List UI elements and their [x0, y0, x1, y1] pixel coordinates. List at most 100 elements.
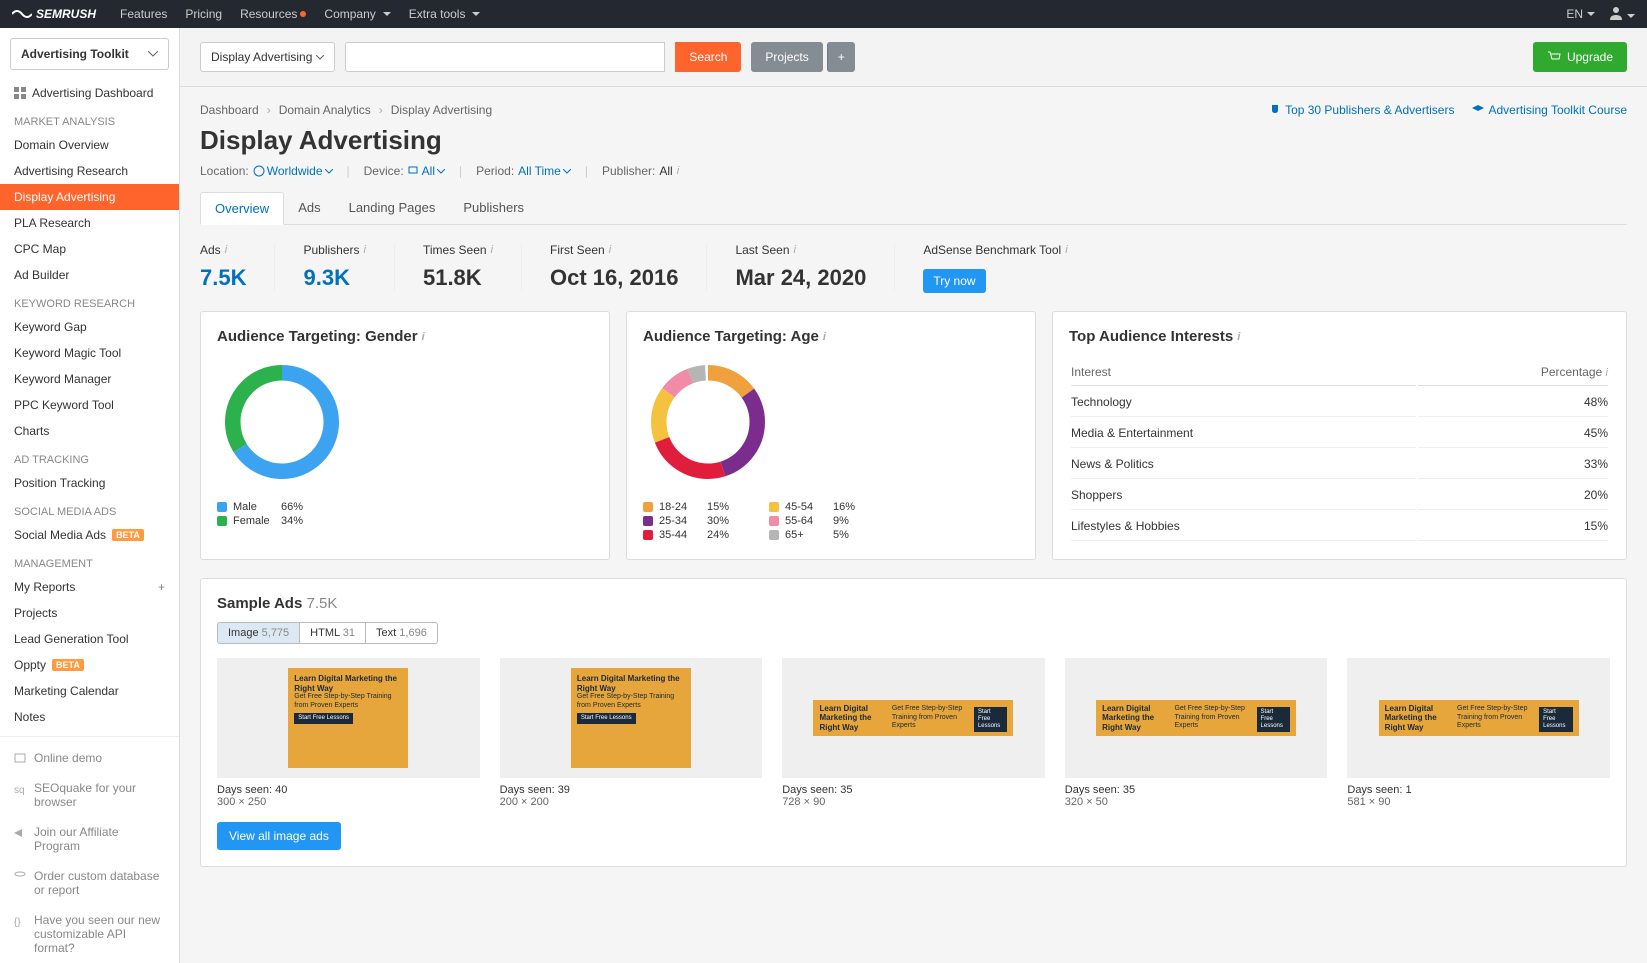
tab-ads[interactable]: Ads — [284, 192, 334, 224]
metric-ads-value[interactable]: 7.5K — [200, 265, 246, 291]
sidebar-ppc-keyword[interactable]: PPC Keyword Tool — [0, 392, 179, 418]
ad-creative: Learn Digital Marketing the Right Way Ge… — [1379, 700, 1579, 736]
table-row[interactable]: Media & Entertainment45% — [1071, 419, 1608, 448]
info-icon[interactable]: i — [225, 244, 227, 256]
metric-first-label: First Seen — [550, 243, 605, 257]
legend-row: Female34% — [217, 515, 593, 527]
info-icon[interactable]: i — [1606, 367, 1608, 379]
info-icon[interactable]: i — [823, 331, 826, 343]
sidebar-advertising-dashboard[interactable]: Advertising Dashboard — [0, 80, 179, 106]
legend-swatch — [769, 502, 779, 512]
toolkit-selector[interactable]: Advertising Toolkit — [10, 38, 169, 70]
footer-affiliate[interactable]: Join our Affiliate Program — [0, 817, 179, 861]
try-now-button[interactable]: Try now — [923, 269, 985, 293]
legend-row: Male66% — [217, 501, 593, 513]
sidebar-position-tracking[interactable]: Position Tracking — [0, 470, 179, 496]
info-icon[interactable]: i — [794, 244, 796, 256]
info-icon[interactable]: i — [1065, 244, 1067, 256]
link-top-publishers[interactable]: Top 30 Publishers & Advertisers — [1269, 103, 1454, 117]
device-label: Device: — [364, 164, 404, 178]
add-project-button[interactable]: + — [827, 42, 855, 72]
sidebar-charts[interactable]: Charts — [0, 418, 179, 444]
sidebar-oppty[interactable]: Oppty BETA — [0, 652, 179, 678]
metric-first-value: Oct 16, 2016 — [550, 265, 678, 291]
ad-tile[interactable]: Learn Digital Marketing the Right Way Ge… — [1065, 658, 1328, 808]
nav-features[interactable]: Features — [120, 7, 167, 21]
period-label: Period: — [476, 164, 514, 178]
scope-selector[interactable]: Display Advertising — [200, 42, 335, 72]
crumb-domain-analytics[interactable]: Domain Analytics — [279, 103, 371, 117]
table-row[interactable]: News & Politics33% — [1071, 450, 1608, 479]
legend-swatch — [769, 530, 779, 540]
segment-text[interactable]: Text 1,696 — [366, 622, 438, 644]
ad-meta: Days seen: 35 728 × 90 — [782, 784, 1045, 808]
breadcrumbs: Dashboard› Domain Analytics› Display Adv… — [200, 103, 492, 117]
interests-col-interest: Interest — [1071, 359, 1416, 386]
metric-last-value: Mar 24, 2020 — [735, 265, 866, 291]
info-icon[interactable]: i — [609, 244, 611, 256]
ads-row: Learn Digital Marketing the Right Way Ge… — [217, 658, 1610, 808]
metric-publishers-value[interactable]: 9.3K — [303, 265, 365, 291]
sidebar-my-reports[interactable]: My Reports+ — [0, 574, 179, 600]
info-icon[interactable]: i — [677, 165, 679, 177]
sidebar-pla-research[interactable]: PLA Research — [0, 210, 179, 236]
sidebar-projects[interactable]: Projects — [0, 600, 179, 626]
nav-resources[interactable]: Resources — [240, 7, 306, 21]
info-icon[interactable]: i — [491, 244, 493, 256]
period-filter[interactable]: All Time — [518, 164, 571, 178]
ad-meta: Days seen: 1 581 × 90 — [1347, 784, 1610, 808]
tab-publishers[interactable]: Publishers — [449, 192, 538, 224]
section-ad-tracking: AD TRACKING — [0, 444, 179, 470]
ad-tile[interactable]: Learn Digital Marketing the Right Way Ge… — [500, 658, 763, 808]
tab-overview[interactable]: Overview — [200, 192, 284, 225]
table-row[interactable]: Technology48% — [1071, 388, 1608, 417]
nav-pricing[interactable]: Pricing — [185, 7, 222, 21]
projects-button[interactable]: Projects — [751, 42, 822, 72]
location-filter[interactable]: Worldwide — [253, 164, 333, 178]
sidebar-keyword-gap[interactable]: Keyword Gap — [0, 314, 179, 340]
sidebar-lead-generation[interactable]: Lead Generation Tool — [0, 626, 179, 652]
chevron-down-icon — [148, 51, 158, 57]
info-icon[interactable]: i — [364, 244, 366, 256]
plus-icon[interactable]: + — [158, 580, 165, 594]
footer-custom-db[interactable]: Order custom database or report — [0, 861, 179, 905]
device-filter[interactable]: All — [408, 164, 445, 178]
search-input[interactable] — [345, 42, 665, 72]
legend-pct: 24% — [707, 529, 729, 541]
crumb-dashboard[interactable]: Dashboard — [200, 103, 259, 117]
sidebar-keyword-magic[interactable]: Keyword Magic Tool — [0, 340, 179, 366]
sidebar-display-advertising[interactable]: Display Advertising — [0, 184, 179, 210]
footer-online-demo[interactable]: Online demo — [0, 743, 179, 773]
logo[interactable]: SEMRUSH — [12, 7, 96, 21]
sidebar-keyword-manager[interactable]: Keyword Manager — [0, 366, 179, 392]
tab-landing-pages[interactable]: Landing Pages — [335, 192, 450, 224]
sidebar-notes[interactable]: Notes — [0, 704, 179, 730]
ad-tile[interactable]: Learn Digital Marketing the Right Way Ge… — [217, 658, 480, 808]
days-seen-label: Days seen: — [217, 784, 272, 796]
search-button[interactable]: Search — [675, 42, 741, 72]
sidebar-marketing-calendar[interactable]: Marketing Calendar — [0, 678, 179, 704]
segment-html[interactable]: HTML 31 — [300, 622, 366, 644]
sidebar-social-media-ads[interactable]: Social Media Ads BETA — [0, 522, 179, 548]
info-icon[interactable]: i — [1237, 331, 1240, 343]
link-toolkit-course[interactable]: Advertising Toolkit Course — [1472, 103, 1627, 117]
language-selector[interactable]: EN — [1566, 7, 1595, 21]
footer-seoquake[interactable]: sqSEOquake for your browser — [0, 773, 179, 817]
ad-tile[interactable]: Learn Digital Marketing the Right Way Ge… — [1347, 658, 1610, 808]
ad-tile[interactable]: Learn Digital Marketing the Right Way Ge… — [782, 658, 1045, 808]
upgrade-button[interactable]: Upgrade — [1533, 42, 1627, 72]
view-all-ads-button[interactable]: View all image ads — [217, 822, 341, 850]
table-row[interactable]: Shoppers20% — [1071, 481, 1608, 510]
sidebar-advertising-research[interactable]: Advertising Research — [0, 158, 179, 184]
nav-company[interactable]: Company — [324, 7, 390, 21]
interests-table: InterestPercentage i Technology48%Media … — [1069, 357, 1610, 543]
table-row[interactable]: Lifestyles & Hobbies15% — [1071, 512, 1608, 541]
segment-image[interactable]: Image 5,775 — [217, 622, 300, 644]
sidebar-domain-overview[interactable]: Domain Overview — [0, 132, 179, 158]
sidebar-cpc-map[interactable]: CPC Map — [0, 236, 179, 262]
nav-extra-tools[interactable]: Extra tools — [409, 7, 481, 21]
footer-api[interactable]: {}Have you seen our new customizable API… — [0, 905, 179, 963]
sidebar-ad-builder[interactable]: Ad Builder — [0, 262, 179, 288]
info-icon[interactable]: i — [422, 331, 425, 343]
user-menu[interactable] — [1609, 6, 1635, 23]
